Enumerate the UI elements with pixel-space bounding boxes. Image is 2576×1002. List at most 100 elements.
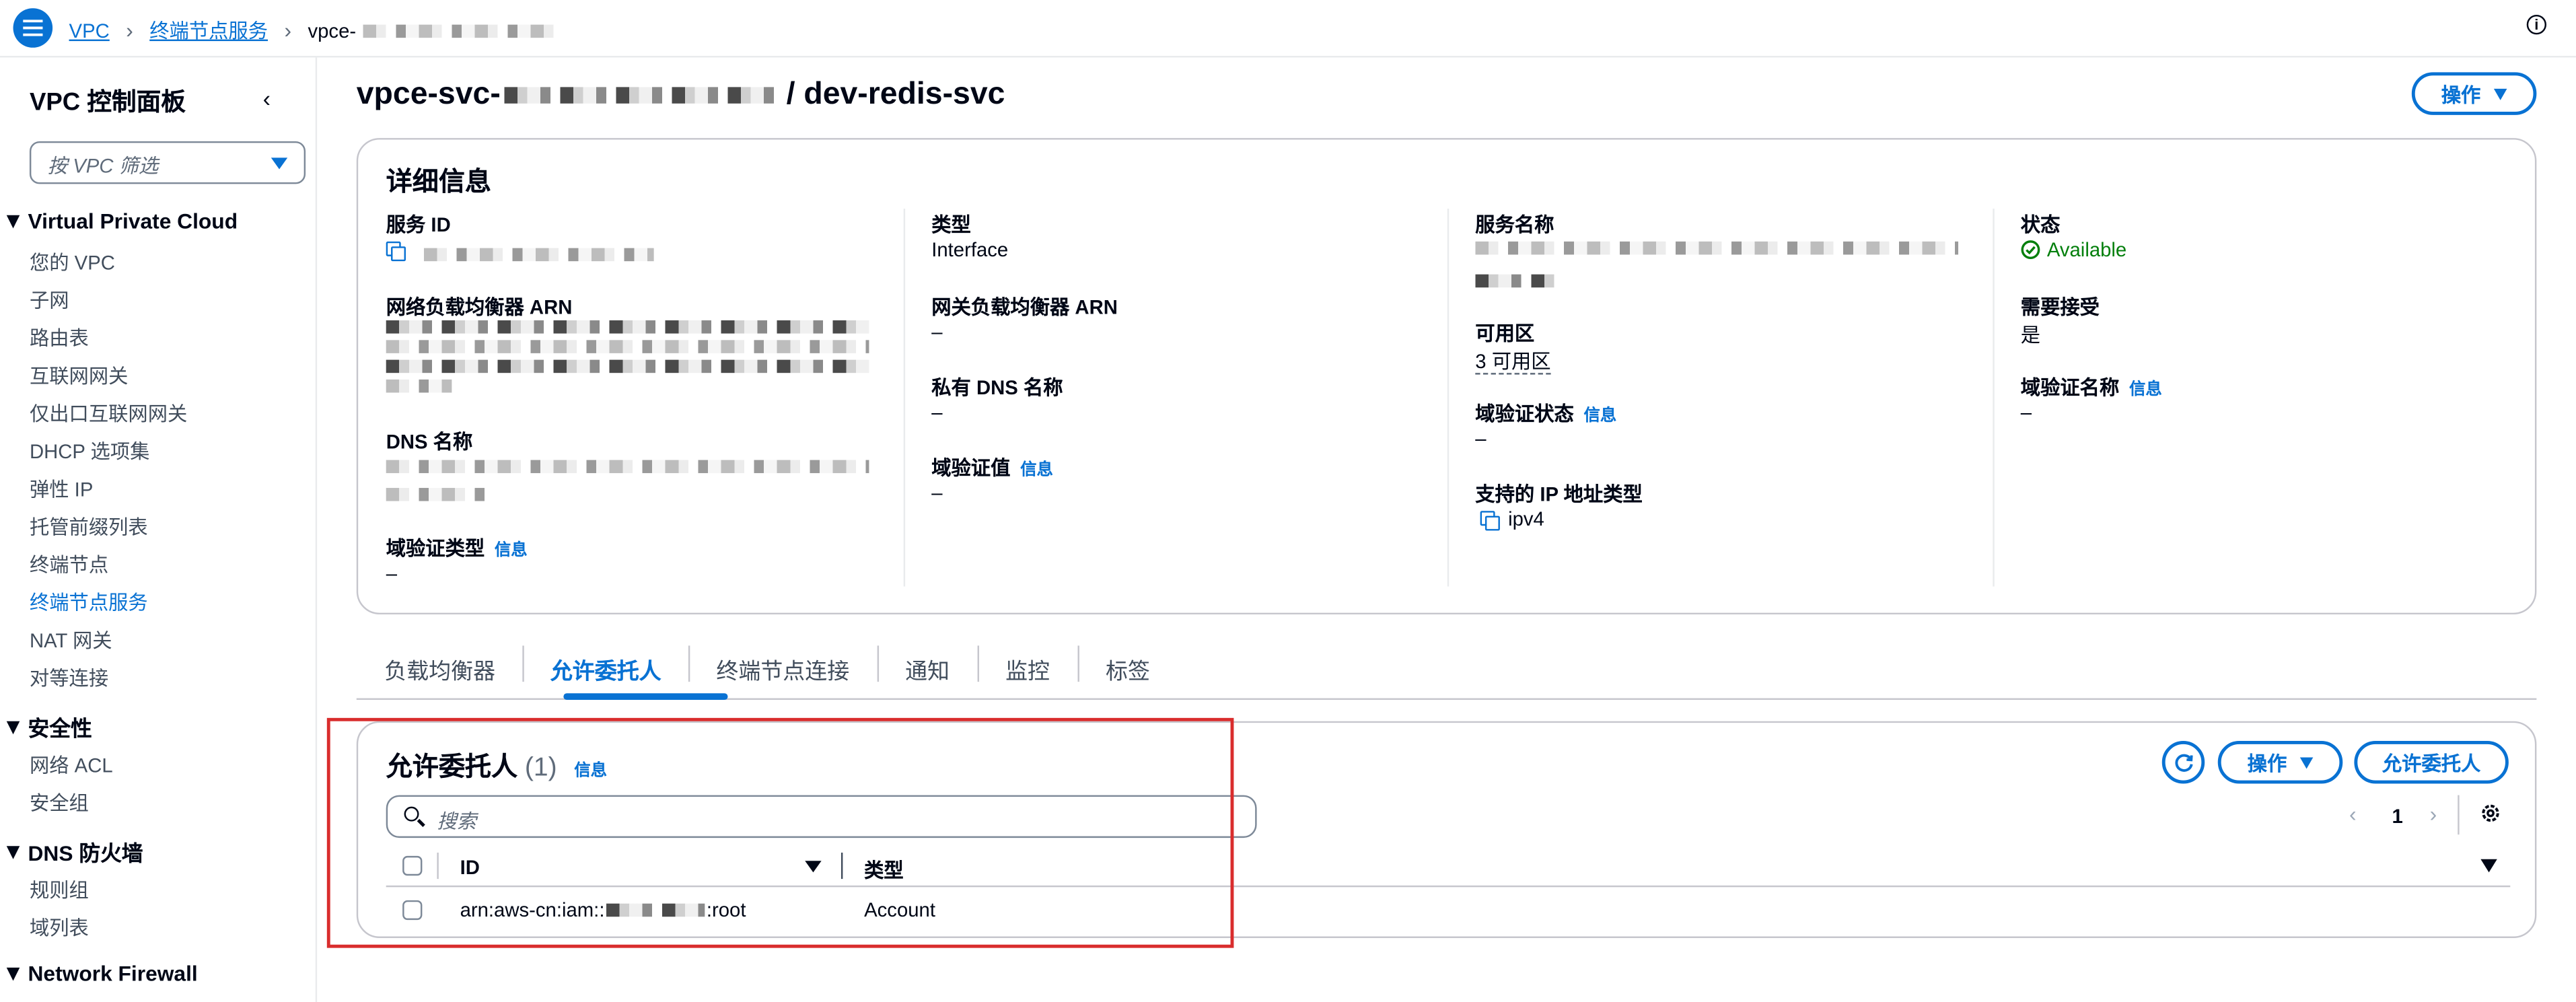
sidebar-section-dns-firewall[interactable]: DNS 防火墙 xyxy=(6,836,143,867)
check-circle-icon xyxy=(2021,240,2040,259)
refresh-button[interactable] xyxy=(2161,741,2205,784)
sidebar-section-network-firewall[interactable]: Network Firewall xyxy=(6,961,198,986)
column-header-id[interactable]: ID xyxy=(460,856,480,879)
domain-verif-value-value: – xyxy=(931,481,943,505)
domain-verif-name-value: – xyxy=(2020,400,2032,424)
sidebar-item-elastic-ip[interactable]: 弹性 IP xyxy=(30,475,93,503)
tab-tags[interactable]: 标签 xyxy=(1106,652,1150,685)
caret-down-icon xyxy=(6,845,20,859)
sidebar-item-your-vpcs[interactable]: 您的 VPC xyxy=(30,248,115,277)
sidebar-item-internet-gateways[interactable]: 互联网网关 xyxy=(30,361,129,390)
sidebar-item-route-tables[interactable]: 路由表 xyxy=(30,324,89,352)
principal-type: Account xyxy=(864,898,935,922)
tab-divider xyxy=(977,645,980,682)
column-resizer[interactable] xyxy=(840,853,843,880)
sidebar-item-rule-groups[interactable]: 规则组 xyxy=(30,875,89,904)
info-link[interactable]: 信息 xyxy=(1020,462,1053,480)
caret-down-icon xyxy=(2493,87,2507,100)
principals-header: 允许委托人 (1) 信息 xyxy=(386,754,608,783)
info-link[interactable]: 信息 xyxy=(574,762,607,781)
info-icon[interactable]: i xyxy=(2526,14,2547,35)
breadcrumb-endpoint-services[interactable]: 终端节点服务 xyxy=(149,16,268,44)
table-header-divider xyxy=(386,885,2511,888)
tab-divider xyxy=(688,645,690,682)
caret-down-icon xyxy=(271,157,288,170)
hamburger-menu-icon[interactable] xyxy=(13,8,53,48)
dns-name-label: DNS 名称 xyxy=(386,430,473,454)
breadcrumb: VPC › 终端节点服务 › vpce- xyxy=(69,16,560,44)
details-header: 详细信息 xyxy=(386,169,491,197)
select-all-checkbox[interactable] xyxy=(402,855,423,876)
service-name-label: 服务名称 xyxy=(1475,213,1554,237)
domain-verif-value-label: 域验证值 信息 xyxy=(931,456,1053,480)
copy-icon[interactable] xyxy=(386,242,406,262)
details-card: 详细信息 服务 ID 网络负载均衡器 ARN DNS 名称 域验证类型 信息 – … xyxy=(356,138,2537,615)
chevron-right-icon: › xyxy=(126,17,133,43)
type-value: Interface xyxy=(931,238,1009,262)
column-divider xyxy=(1447,209,1450,587)
tab-notifications[interactable]: 通知 xyxy=(905,652,950,685)
info-link[interactable]: 信息 xyxy=(2129,381,2162,399)
allow-principals-button[interactable]: 允许委托人 xyxy=(2354,741,2509,784)
row-checkbox[interactable] xyxy=(402,900,423,921)
private-dns-value: – xyxy=(931,400,943,424)
column-header-type[interactable]: 类型 xyxy=(864,856,904,884)
sidebar: VPC 控制面板 ‹ 按 VPC 筛选 Virtual Private Clou… xyxy=(0,57,318,1002)
sidebar-item-network-acl[interactable]: 网络 ACL xyxy=(30,751,113,779)
caret-down-icon xyxy=(6,720,20,734)
az-value[interactable]: 3 可用区 xyxy=(1475,347,1551,375)
redacted-text xyxy=(503,87,783,104)
column-divider xyxy=(903,209,906,587)
chevron-right-icon: › xyxy=(284,17,292,43)
chevron-left-icon[interactable]: ‹ xyxy=(2349,801,2357,826)
filter-caret-icon[interactable] xyxy=(2480,859,2497,873)
sidebar-item-peering[interactable]: 对等连接 xyxy=(30,664,108,692)
sidebar-item-domain-lists[interactable]: 域列表 xyxy=(30,913,89,941)
accept-label: 需要接受 xyxy=(2020,295,2100,319)
search-input[interactable]: 搜索 xyxy=(386,795,1257,838)
sidebar-item-subnets[interactable]: 子网 xyxy=(30,286,69,314)
sidebar-section-security[interactable]: 安全性 xyxy=(6,711,92,742)
state-value: Available xyxy=(2021,238,2126,261)
gwlb-arn-label: 网关负载均衡器 ARN xyxy=(931,295,1118,319)
page-number[interactable]: 1 xyxy=(2392,805,2403,828)
redacted-text xyxy=(606,903,705,917)
sidebar-title: VPC 控制面板 xyxy=(29,88,186,117)
sidebar-item-egress-only-igw[interactable]: 仅出口互联网网关 xyxy=(30,399,187,427)
sort-caret-down-icon[interactable] xyxy=(805,861,822,873)
service-id-value xyxy=(386,238,415,262)
chevron-right-icon[interactable]: › xyxy=(2430,801,2437,826)
az-label: 可用区 xyxy=(1475,322,1535,345)
gear-icon[interactable] xyxy=(2479,801,2502,832)
sidebar-item-prefix-lists[interactable]: 托管前缀列表 xyxy=(30,513,148,541)
ip-type-value: ipv4 xyxy=(1480,507,1544,532)
service-id-label: 服务 ID xyxy=(386,213,451,237)
chevron-left-icon[interactable]: ‹ xyxy=(263,85,271,112)
private-dns-label: 私有 DNS 名称 xyxy=(931,376,1063,400)
vpc-filter-select[interactable]: 按 VPC 筛选 xyxy=(29,141,306,184)
breadcrumb-current: vpce- xyxy=(308,19,560,42)
sidebar-item-dhcp[interactable]: DHCP 选项集 xyxy=(30,437,150,465)
active-tab-indicator xyxy=(563,693,728,700)
actions-button[interactable]: 操作 xyxy=(2411,72,2537,115)
breadcrumb-vpc[interactable]: VPC xyxy=(69,19,110,42)
redacted-text xyxy=(386,359,869,373)
redacted-text xyxy=(386,488,485,501)
info-link[interactable]: 信息 xyxy=(495,542,528,561)
info-link[interactable]: 信息 xyxy=(1583,407,1616,425)
tab-monitoring[interactable]: 监控 xyxy=(1005,652,1050,685)
principals-actions-button[interactable]: 操作 xyxy=(2217,741,2343,784)
sidebar-item-security-groups[interactable]: 安全组 xyxy=(30,789,89,817)
domain-verif-name-label: 域验证名称 信息 xyxy=(2020,376,2162,400)
sidebar-section-vpc[interactable]: Virtual Private Cloud xyxy=(6,209,238,234)
ip-type-label: 支持的 IP 地址类型 xyxy=(1475,482,1643,506)
domain-verif-status-value: – xyxy=(1475,427,1487,450)
tab-allow-principals[interactable]: 允许委托人 xyxy=(550,652,661,685)
sidebar-item-endpoints[interactable]: 终端节点 xyxy=(30,550,108,579)
tab-endpoint-connections[interactable]: 终端节点连接 xyxy=(716,652,849,685)
sidebar-item-nat-gateways[interactable]: NAT 网关 xyxy=(30,626,112,654)
sidebar-item-endpoint-services[interactable]: 终端节点服务 xyxy=(30,588,148,616)
tab-load-balancers[interactable]: 负载均衡器 xyxy=(384,652,495,685)
copy-icon[interactable] xyxy=(1480,511,1500,532)
top-bar: VPC › 终端节点服务 › vpce- i xyxy=(0,0,2576,58)
